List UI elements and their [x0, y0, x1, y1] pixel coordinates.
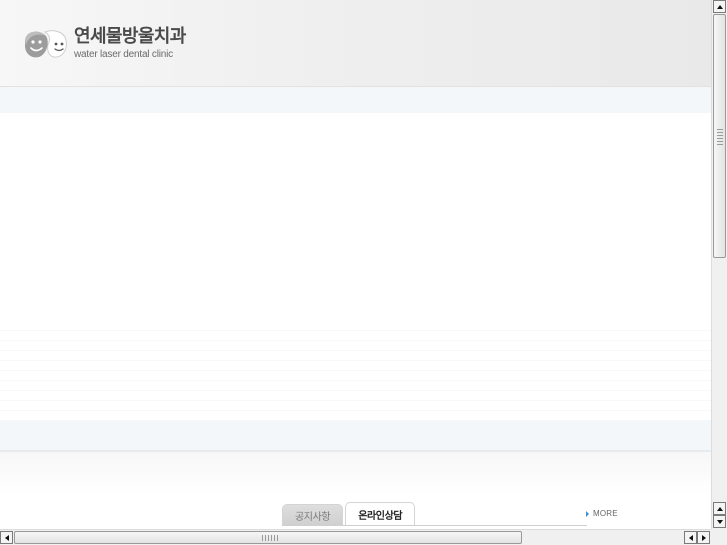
more-label: MORE	[593, 509, 618, 518]
arrow-right-icon	[701, 534, 706, 541]
grip-icon	[717, 129, 723, 145]
sub-band	[0, 421, 711, 452]
scroll-down-button[interactable]	[713, 515, 726, 528]
vertical-scrollbar[interactable]	[711, 0, 727, 529]
grip-icon	[262, 535, 278, 541]
tab-notice[interactable]: 공지사항	[282, 504, 344, 526]
arrow-left-icon	[688, 534, 693, 541]
page-viewport: 연세물방울치과 water laser dental clinic 공지사항 온…	[0, 0, 711, 529]
scroll-up-button-lower[interactable]	[713, 502, 726, 515]
brand-name-english: water laser dental clinic	[74, 49, 173, 60]
arrow-up-icon	[716, 506, 723, 511]
arrow-left-icon	[4, 534, 9, 541]
scrollbar-corner	[711, 529, 727, 545]
scroll-right-button[interactable]	[697, 531, 710, 544]
tab-online-consultation[interactable]: 온라인상담	[345, 502, 416, 526]
arrow-down-icon	[716, 519, 723, 524]
banner-stripes	[0, 321, 711, 421]
scroll-up-button[interactable]	[713, 0, 726, 13]
caret-right-icon	[586, 510, 589, 517]
brand-name-korean: 연세물방울치과	[74, 26, 186, 47]
main-banner	[0, 113, 711, 421]
arrow-up-icon	[716, 4, 723, 9]
site-header: 연세물방울치과 water laser dental clinic	[0, 0, 711, 87]
board-tabs: 공지사항 온라인상담	[282, 502, 416, 526]
horizontal-scrollbar[interactable]	[0, 529, 711, 545]
tab-underline	[282, 525, 587, 526]
tooth-mascot-icon	[22, 24, 70, 64]
navigation-band	[0, 87, 711, 113]
vertical-scroll-thumb[interactable]	[713, 14, 726, 258]
site-logo[interactable]: 연세물방울치과 water laser dental clinic	[22, 22, 186, 66]
more-link[interactable]: MORE	[586, 509, 618, 518]
scroll-left-button[interactable]	[0, 531, 13, 544]
scroll-left-button-right[interactable]	[684, 531, 697, 544]
logo-text: 연세물방울치과 water laser dental clinic	[74, 27, 186, 61]
horizontal-scroll-thumb[interactable]	[14, 531, 522, 544]
